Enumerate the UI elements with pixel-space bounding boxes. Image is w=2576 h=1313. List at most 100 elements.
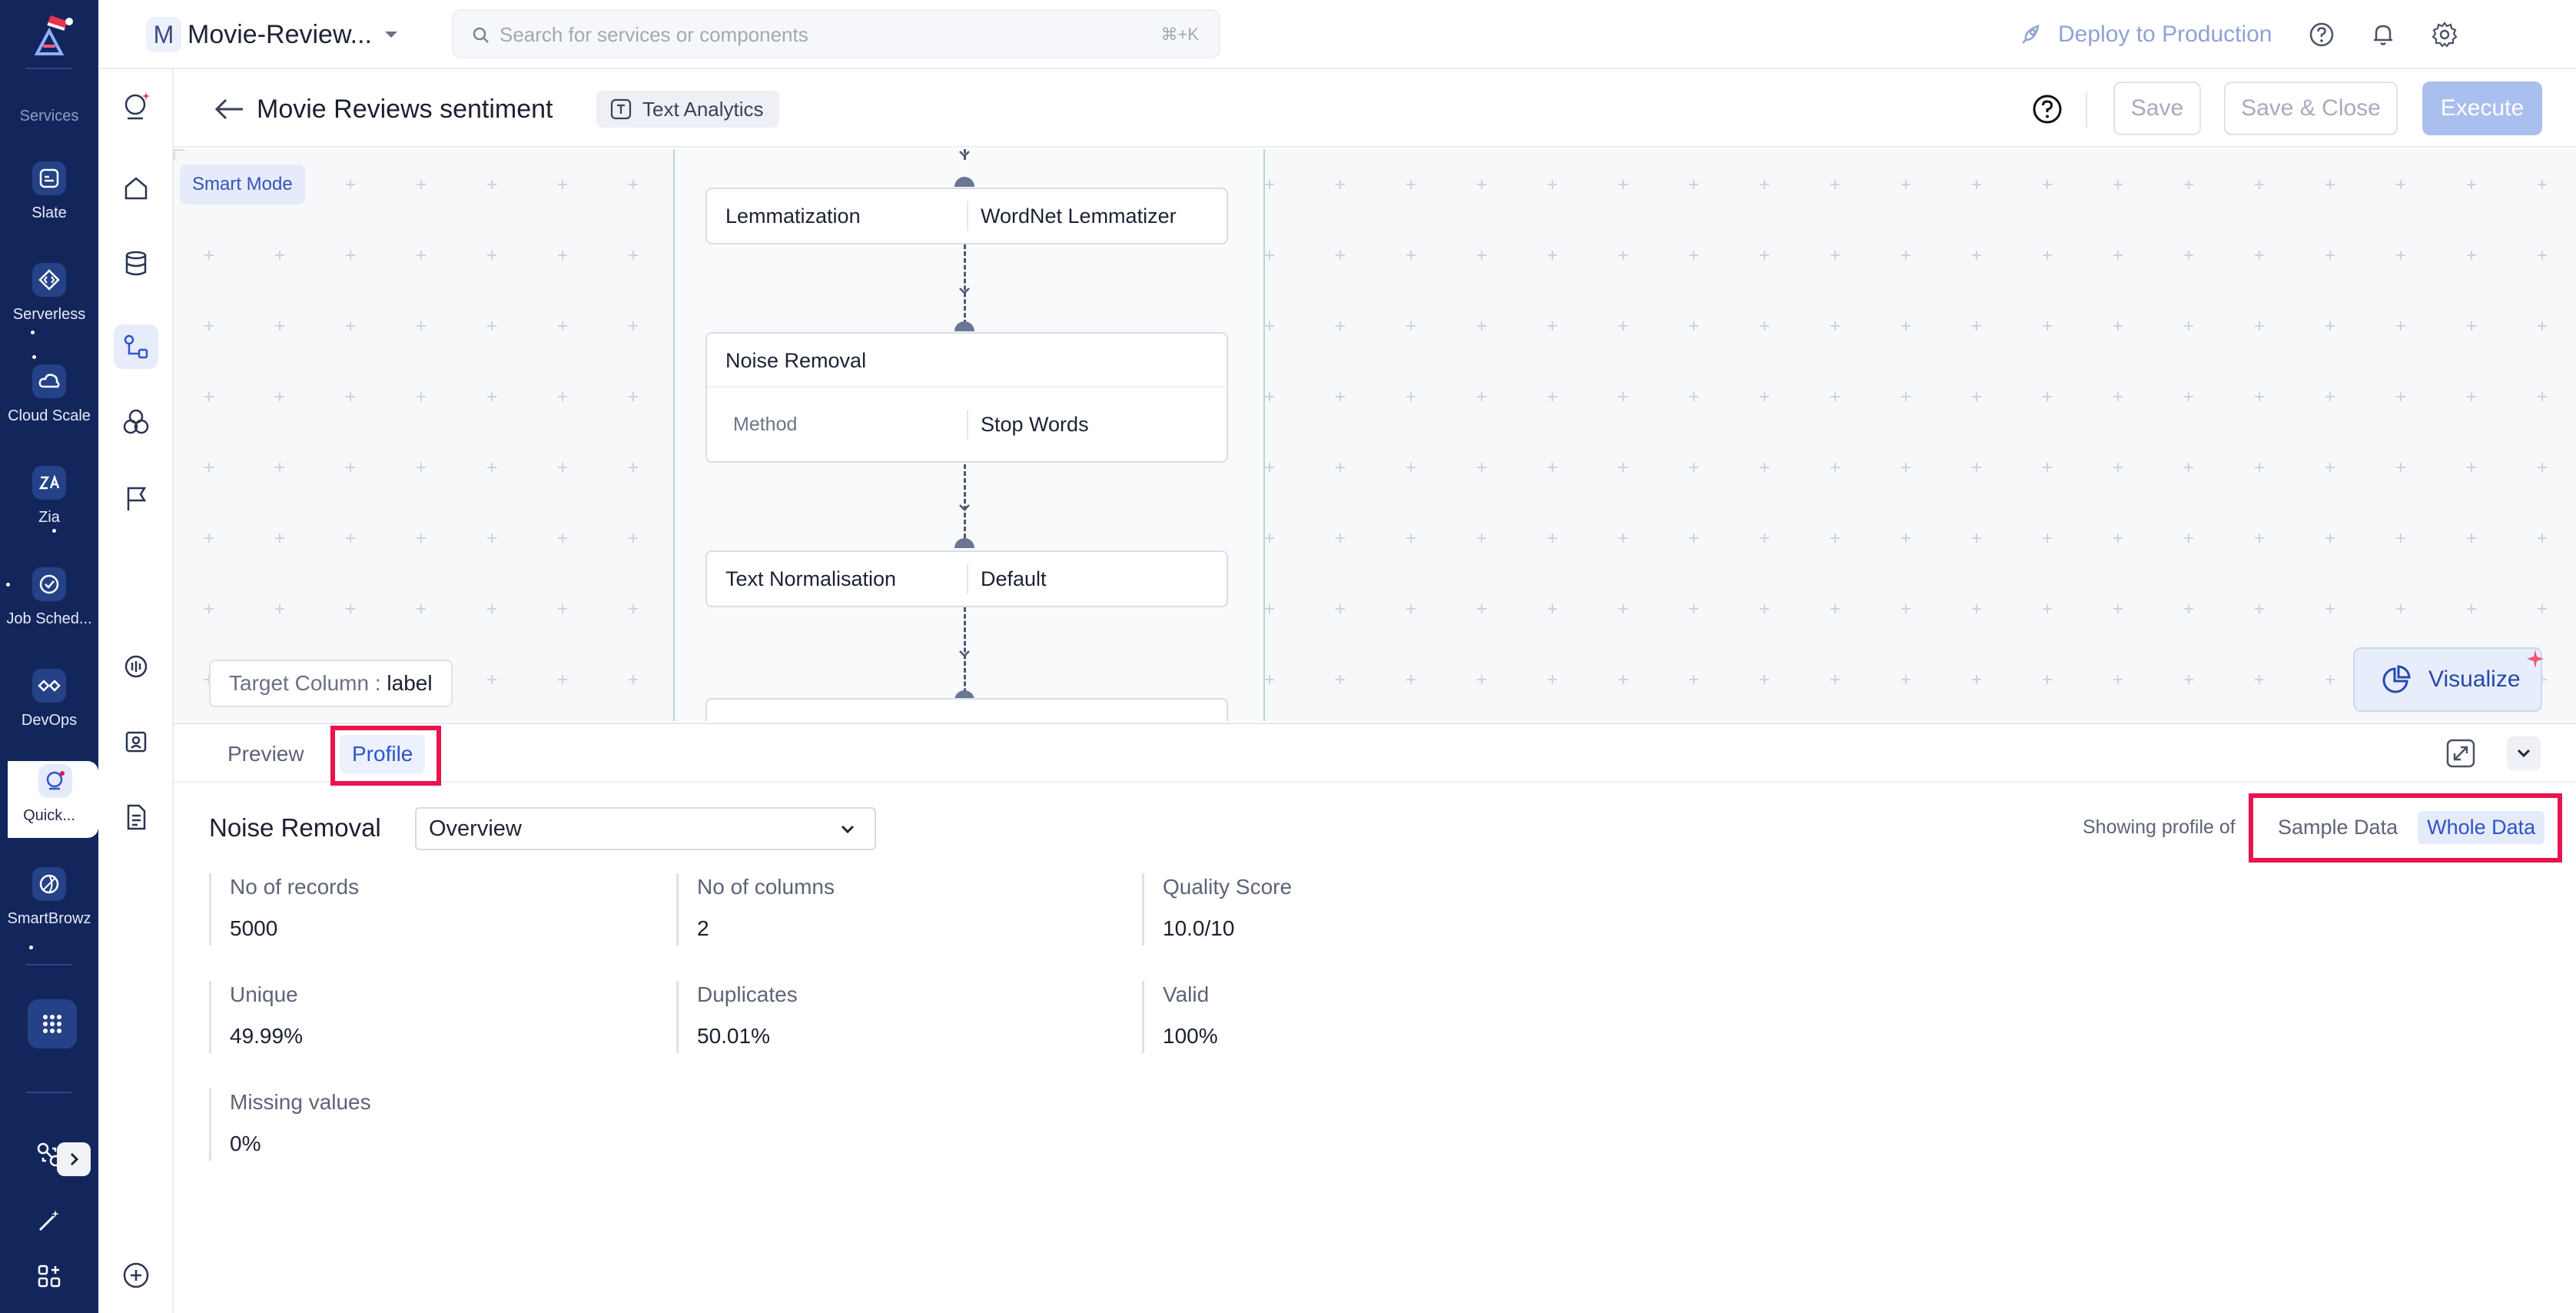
rail-dot bbox=[29, 946, 33, 949]
deploy-label: Deploy to Production bbox=[2058, 22, 2272, 47]
panel-tabs: Preview Profile bbox=[174, 724, 2576, 786]
stat-value: 5000 bbox=[230, 916, 278, 940]
pipeline-canvas[interactable]: Smart Mode Lemmatization WordNet Lemmati… bbox=[174, 149, 2576, 721]
flag-icon[interactable] bbox=[114, 477, 158, 521]
node-text-normalisation[interactable]: Text Normalisation Default bbox=[705, 550, 1228, 607]
database-icon[interactable] bbox=[114, 241, 158, 286]
devops-icon bbox=[32, 669, 66, 703]
gear-icon[interactable] bbox=[2428, 18, 2461, 51]
stat-label: No of columns bbox=[697, 875, 835, 899]
secondary-sidebar bbox=[98, 69, 174, 1313]
rail-divider bbox=[26, 964, 72, 966]
search-input[interactable] bbox=[500, 20, 1099, 49]
stat-value: 10.0/10 bbox=[1163, 916, 1235, 940]
deploy-to-production-button[interactable]: Deploy to Production bbox=[2018, 14, 2272, 55]
rocket-icon bbox=[2022, 25, 2040, 44]
node-next-step[interactable] bbox=[705, 698, 1228, 721]
home-icon[interactable] bbox=[114, 166, 158, 211]
project-name[interactable]: Movie-Review... bbox=[188, 15, 372, 54]
chevron-down-icon bbox=[841, 825, 855, 834]
rail-item-label: Slate bbox=[32, 204, 67, 221]
help-icon[interactable] bbox=[2032, 94, 2063, 125]
monitor-icon[interactable] bbox=[114, 644, 158, 689]
stat-value: 100% bbox=[1163, 1024, 1218, 1048]
magic-wand-icon[interactable] bbox=[34, 1205, 65, 1236]
rail-item-slate[interactable]: Slate bbox=[0, 158, 98, 251]
search-bar[interactable]: ⌘+K bbox=[452, 9, 1220, 58]
connector-port bbox=[954, 177, 974, 187]
models-icon[interactable] bbox=[114, 400, 158, 444]
node-lemmatization[interactable]: Lemmatization WordNet Lemmatizer bbox=[705, 188, 1228, 244]
all-apps-grid-icon[interactable] bbox=[28, 999, 77, 1049]
rail-item-devops[interactable]: DevOps bbox=[0, 666, 98, 758]
back-arrow-icon[interactable] bbox=[212, 94, 246, 125]
stat-value: 49.99% bbox=[230, 1024, 303, 1048]
rail-item-smartbrowz[interactable]: SmartBrowz bbox=[0, 864, 98, 956]
page-title: Movie Reviews sentiment bbox=[257, 95, 553, 124]
chevron-right-icon bbox=[70, 1152, 79, 1166]
rail-item-job-scheduler[interactable]: Job Sched... bbox=[0, 564, 98, 656]
rail-item-label: Quick... bbox=[23, 807, 75, 824]
tab-preview[interactable]: Preview bbox=[227, 735, 304, 773]
notebook-icon[interactable] bbox=[114, 720, 158, 764]
visualize-label: Visualize bbox=[2428, 666, 2521, 692]
chevron-down-icon bbox=[959, 650, 970, 657]
text-analytics-tag: Text Analytics bbox=[596, 91, 779, 128]
connector-line bbox=[964, 244, 967, 324]
target-column-label: Target Column : bbox=[229, 671, 381, 695]
document-icon[interactable] bbox=[114, 795, 158, 839]
rail-item-label: DevOps bbox=[21, 712, 78, 729]
node-noise-removal[interactable]: Noise Removal Method Stop Words bbox=[705, 332, 1228, 463]
rail-item-serverless[interactable]: Serverless bbox=[0, 260, 98, 352]
stat-missing-values: Missing values 0% bbox=[209, 1089, 371, 1161]
add-widget-icon[interactable] bbox=[34, 1261, 65, 1291]
rail-dot bbox=[31, 331, 35, 334]
rail-item-zia[interactable]: Zia bbox=[0, 463, 98, 555]
stat-label: Valid bbox=[1163, 982, 1210, 1006]
stat-unique: Unique 49.99% bbox=[209, 981, 303, 1053]
catalyst-logo-icon[interactable] bbox=[20, 11, 78, 65]
project-initial-badge[interactable]: M bbox=[146, 17, 181, 52]
rail-item-label: Serverless bbox=[12, 306, 86, 323]
chevron-down-icon bbox=[959, 504, 970, 511]
visualize-button[interactable]: Visualize bbox=[2353, 647, 2544, 712]
data-scope-highlight bbox=[2249, 793, 2562, 863]
profile-view-select[interactable]: Overview bbox=[415, 807, 876, 850]
rail-item-cloud-scale[interactable]: Cloud Scale bbox=[0, 361, 98, 454]
expand-panel-icon[interactable] bbox=[2444, 736, 2478, 770]
profile-view-value: Overview bbox=[429, 816, 522, 841]
bell-icon[interactable] bbox=[2367, 18, 2399, 51]
cloud-scale-icon bbox=[32, 364, 66, 398]
smart-mode-badge[interactable]: Smart Mode bbox=[180, 165, 305, 204]
quickml-logo-icon[interactable] bbox=[114, 85, 158, 129]
zia-icon bbox=[32, 466, 66, 500]
node-value: Default bbox=[981, 567, 1047, 590]
pipeline-icon[interactable] bbox=[114, 324, 158, 369]
job-scheduler-icon bbox=[32, 567, 66, 601]
expand-sidebar-button[interactable] bbox=[57, 1142, 91, 1176]
chevron-down-icon bbox=[959, 151, 970, 158]
save-and-close-button[interactable]: Save & Close bbox=[2224, 81, 2398, 135]
serverless-icon bbox=[32, 263, 66, 297]
page-header: Movie Reviews sentiment Text Analytics S… bbox=[174, 71, 2576, 148]
collapse-panel-button[interactable] bbox=[2507, 736, 2541, 770]
stat-label: Missing values bbox=[230, 1090, 371, 1114]
save-button[interactable]: Save bbox=[2113, 81, 2201, 135]
node-label: Text Normalisation bbox=[707, 564, 968, 593]
rail-item-label: SmartBrowz bbox=[7, 910, 91, 927]
node-value: Stop Words bbox=[981, 412, 1089, 436]
search-icon bbox=[472, 26, 490, 45]
search-shortcut: ⌘+K bbox=[1160, 25, 1199, 44]
node-value: WordNet Lemmatizer bbox=[981, 204, 1177, 228]
node-title: Noise Removal bbox=[707, 334, 1227, 387]
connector-line bbox=[964, 464, 967, 538]
help-icon[interactable] bbox=[2305, 18, 2338, 51]
canvas-grid bbox=[174, 149, 2576, 721]
add-circle-icon[interactable] bbox=[114, 1253, 158, 1298]
execute-button[interactable]: Execute bbox=[2422, 81, 2542, 135]
rail-item-quickml[interactable]: Quick... bbox=[8, 761, 98, 838]
rail-item-label: Zia bbox=[38, 509, 60, 526]
node-label: Lemmatization bbox=[707, 201, 968, 231]
caret-down-icon[interactable] bbox=[381, 25, 401, 45]
header-divider bbox=[2086, 92, 2087, 128]
